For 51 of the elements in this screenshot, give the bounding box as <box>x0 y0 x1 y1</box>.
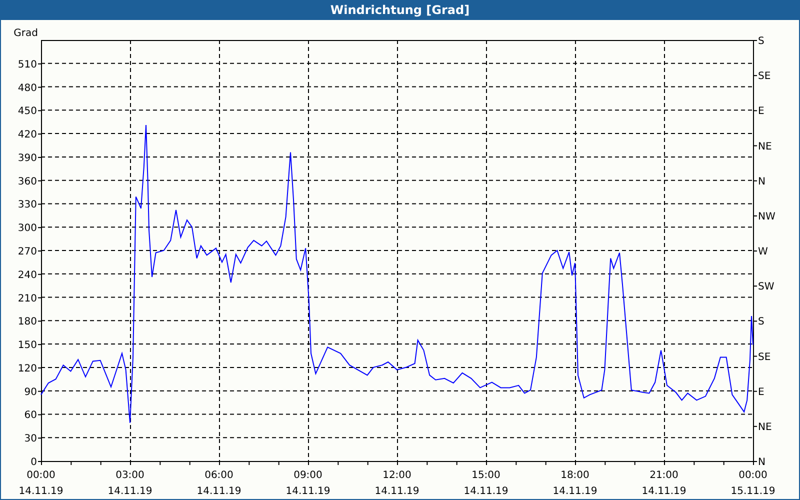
date-label: 14.11.19 <box>642 486 686 497</box>
date-label: 14.11.19 <box>108 486 152 497</box>
axis-label: 15:00 <box>472 470 500 481</box>
compass-label: N <box>758 457 766 468</box>
axis-label: 210 <box>18 293 37 304</box>
axis-label: 360 <box>18 176 37 188</box>
compass-label: E <box>758 106 764 118</box>
date-label: 14.11.19 <box>286 486 330 497</box>
axis-label: 240 <box>18 270 37 281</box>
compass-label: SE <box>758 352 771 363</box>
compass-label: W <box>758 246 768 258</box>
compass-label: NW <box>758 211 776 222</box>
compass-label: SW <box>758 282 774 293</box>
axis-label: 390 <box>18 152 37 164</box>
axis-label: 00:00 <box>738 470 768 481</box>
axis-label: 18:00 <box>560 470 590 481</box>
axis-label: 150 <box>18 340 37 352</box>
axis-label: 180 <box>18 316 37 328</box>
axis-title: Grad <box>14 28 38 39</box>
axis-label: 0 <box>30 457 37 468</box>
axis-label: 480 <box>18 82 37 94</box>
compass-label: S <box>758 36 764 47</box>
window-title: Windrichtung [Grad] <box>1 0 799 20</box>
date-label: 15.11.19 <box>730 486 776 497</box>
date-label: 14.11.19 <box>374 486 420 497</box>
axis-label: 12:00 <box>382 470 412 481</box>
compass-label: NE <box>758 141 772 152</box>
date-label: 14.11.19 <box>464 486 508 497</box>
axis-label: 420 <box>18 130 37 141</box>
date-label: 14.11.19 <box>18 486 64 497</box>
axis-label: 21:00 <box>650 470 678 481</box>
axis-label: 06:00 <box>204 470 234 481</box>
axis-label: 60 <box>24 410 37 422</box>
axis-label: 300 <box>18 223 37 234</box>
compass-label: N <box>758 176 766 188</box>
axis-label: 120 <box>18 363 37 374</box>
axis-label: 510 <box>18 59 37 70</box>
compass-label: S <box>758 316 764 328</box>
compass-label: SE <box>758 71 771 82</box>
axis-label: 270 <box>18 246 37 258</box>
axis-label: 90 <box>24 386 37 398</box>
date-label: 14.11.19 <box>552 486 598 497</box>
axis-label: 450 <box>18 106 37 118</box>
axis-label: 30 <box>24 434 37 445</box>
axis-label: 00:00 <box>26 470 56 481</box>
axis-label: 03:00 <box>116 470 144 481</box>
compass-label: NE <box>758 422 772 433</box>
axis-label: 09:00 <box>294 470 322 481</box>
compass-label: E <box>758 386 764 398</box>
axis-label: 330 <box>18 200 37 211</box>
date-label: 14.11.19 <box>196 486 242 497</box>
